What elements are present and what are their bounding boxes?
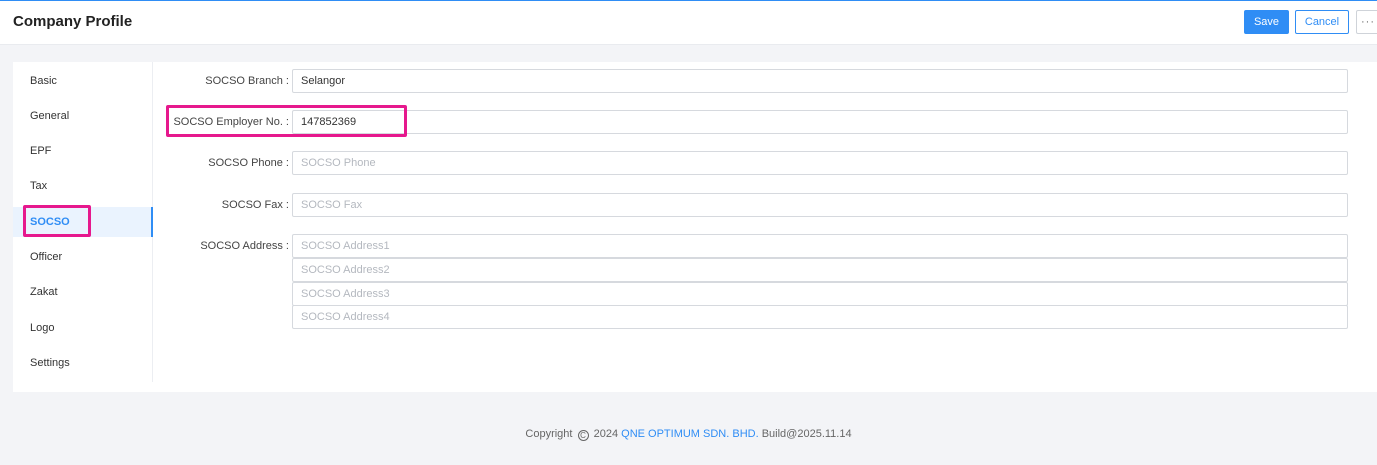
copyright-icon: C bbox=[577, 430, 589, 441]
socso-phone-label: SOCSO Phone : bbox=[208, 157, 289, 169]
more-options-button[interactable]: ··· bbox=[1356, 10, 1377, 34]
sidebar: Basic General EPF Tax SOCSO Officer Zaka… bbox=[13, 62, 153, 382]
socso-fax-input[interactable] bbox=[292, 193, 1348, 217]
socso-address-label: SOCSO Address : bbox=[200, 240, 289, 252]
sidebar-item-general[interactable]: General bbox=[13, 101, 153, 131]
copyright-year: 2024 bbox=[593, 428, 619, 440]
socso-employer-no-label: SOCSO Employer No. : bbox=[173, 116, 289, 128]
socso-branch-label: SOCSO Branch : bbox=[205, 75, 289, 87]
sidebar-item-socso[interactable]: SOCSO bbox=[13, 207, 153, 237]
socso-address4-input[interactable] bbox=[292, 305, 1348, 329]
content-panel: Basic General EPF Tax SOCSO Officer Zaka… bbox=[13, 62, 1377, 392]
footer: Copyright C 2024 QNE OPTIMUM SDN. BHD. B… bbox=[0, 428, 1377, 441]
cancel-button[interactable]: Cancel bbox=[1295, 10, 1349, 34]
socso-address2-input[interactable] bbox=[292, 258, 1348, 282]
sidebar-item-tax[interactable]: Tax bbox=[13, 171, 153, 201]
socso-fax-label: SOCSO Fax : bbox=[221, 199, 289, 211]
save-button[interactable]: Save bbox=[1244, 10, 1289, 34]
sidebar-item-logo[interactable]: Logo bbox=[13, 313, 153, 343]
page-title: Company Profile bbox=[13, 13, 133, 30]
page-header: Company Profile Save Cancel ··· bbox=[0, 0, 1377, 45]
socso-branch-input[interactable] bbox=[292, 69, 1348, 93]
socso-address1-input[interactable] bbox=[292, 234, 1348, 258]
copyright-text: Copyright bbox=[525, 428, 573, 440]
sidebar-item-epf[interactable]: EPF bbox=[13, 136, 153, 166]
socso-employer-no-input[interactable] bbox=[292, 110, 1348, 134]
sidebar-item-officer[interactable]: Officer bbox=[13, 242, 153, 272]
sidebar-item-zakat[interactable]: Zakat bbox=[13, 277, 153, 307]
sidebar-item-basic[interactable]: Basic bbox=[13, 66, 153, 96]
socso-phone-input[interactable] bbox=[292, 151, 1348, 175]
company-link[interactable]: QNE OPTIMUM SDN. BHD. bbox=[621, 428, 759, 440]
socso-address3-input[interactable] bbox=[292, 282, 1348, 306]
build-version: Build@2025.11.14 bbox=[761, 428, 852, 440]
sidebar-item-settings[interactable]: Settings bbox=[13, 348, 153, 378]
